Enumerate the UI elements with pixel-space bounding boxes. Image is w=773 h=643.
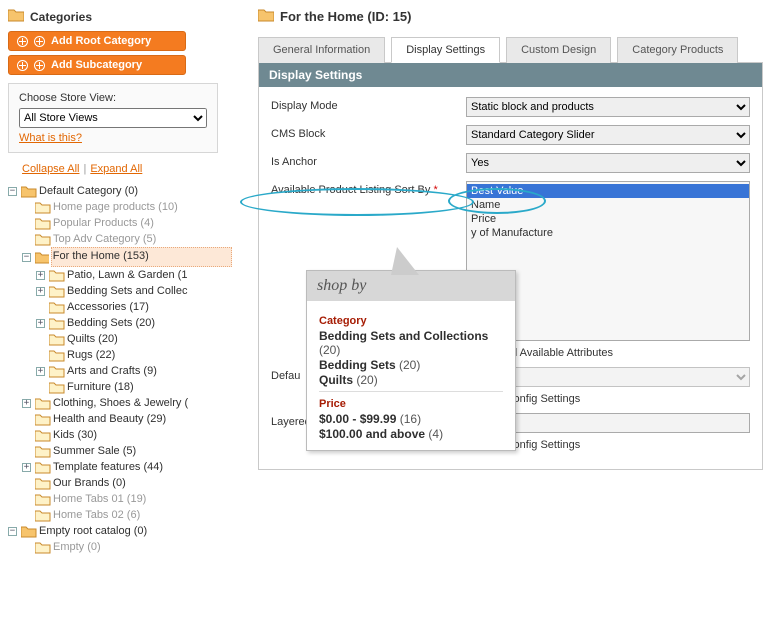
tree-node[interactable]: Home page products (10) [53,199,178,215]
tree-node[interactable]: Popular Products (4) [53,215,154,231]
tree-toggle[interactable]: − [22,253,31,262]
tree-toggle[interactable]: + [22,399,31,408]
store-view-box: Choose Store View: All Store Views What … [8,83,218,153]
popup-title: shop by [307,271,515,301]
add-subcategory-button[interactable]: Add Subcategory [8,55,186,75]
add-root-label: Add Root Category [51,35,151,47]
tree-toggle[interactable]: + [36,367,45,376]
tab-display-settings[interactable]: Display Settings [391,37,500,63]
tree-toggle[interactable]: + [22,463,31,472]
display-mode-label: Display Mode [271,97,466,112]
tree-toggle[interactable]: + [36,319,45,328]
tree-node[interactable]: Empty (0) [53,539,101,555]
page-header: For the Home (ID: 15) [258,8,763,25]
tree-node[interactable]: Empty root catalog (0) [39,523,147,539]
tree-node[interactable]: Kids (30) [53,427,97,443]
tree-node[interactable]: For the Home (153) [51,247,232,267]
tree-toggle[interactable]: + [36,271,45,280]
tree-node[interactable]: Furniture (18) [67,379,134,395]
popup-price-item[interactable]: $0.00 - $99.99 (16) [319,412,503,426]
tree-node[interactable]: Home Tabs 02 (6) [53,507,140,523]
sort-option[interactable]: y of Manufacture [467,226,749,240]
popup-category-item[interactable]: Bedding Sets and Collections (20) [319,329,503,357]
store-view-label: Choose Store View: [19,92,116,104]
categories-header: Categories [8,8,232,25]
sort-option[interactable]: Price [467,212,749,226]
tree-node[interactable]: Arts and Crafts (9) [67,363,157,379]
tree-node[interactable]: Health and Beauty (29) [53,411,166,427]
tree-node[interactable]: Quilts (20) [67,331,118,347]
folder-icon [8,8,24,25]
popup-price-item[interactable]: $100.00 and above (4) [319,427,503,441]
page-title: For the Home (ID: 15) [280,9,411,24]
tree-node[interactable]: Summer Sale (5) [53,443,136,459]
cms-block-select[interactable]: Standard Category Slider [466,125,750,145]
tab-general-information[interactable]: General Information [258,37,385,63]
tree-node[interactable]: Home Tabs 01 (19) [53,491,146,507]
tree-node[interactable]: Template features (44) [53,459,163,475]
popup-price-label: Price [319,398,503,410]
tree-node[interactable]: Clothing, Shoes & Jewelry ( [53,395,188,411]
tree-node[interactable]: Bedding Sets (20) [67,315,155,331]
sort-option[interactable]: Name [467,198,749,212]
tree-node[interactable]: Accessories (17) [67,299,149,315]
tree-toggle[interactable]: − [8,187,17,196]
popup-category-label: Category [319,315,503,327]
tree-node[interactable]: Bedding Sets and Collec [67,283,187,299]
tab-category-products[interactable]: Category Products [617,37,738,63]
tree-node[interactable]: Default Category (0) [39,183,138,199]
plus-icon [17,60,28,71]
popup-tail-icon [391,247,419,275]
plus-icon [34,60,45,71]
tree-toggle[interactable]: + [36,287,45,296]
add-root-category-button[interactable]: Add Root Category [8,31,186,51]
display-mode-select[interactable]: Static block and products [466,97,750,117]
is-anchor-label: Is Anchor [271,153,466,168]
tree-toggle[interactable]: − [8,527,17,536]
expand-all-link[interactable]: Expand All [90,163,142,175]
sort-by-label: Available Product Listing Sort By * [271,181,466,196]
panel-heading: Display Settings [259,63,762,87]
what-is-this-link[interactable]: What is this? [19,132,82,144]
add-sub-label: Add Subcategory [51,59,142,71]
store-view-select[interactable]: All Store Views [19,108,207,128]
shop-by-popup: shop by Category Bedding Sets and Collec… [306,270,516,451]
tab-custom-design[interactable]: Custom Design [506,37,611,63]
tree-controls: Collapse All|Expand All [22,163,232,175]
category-tree: − Default Category (0)Home page products … [8,183,232,555]
plus-icon [17,36,28,47]
tab-bar: General InformationDisplay SettingsCusto… [258,37,763,63]
cms-block-label: CMS Block [271,125,466,140]
is-anchor-select[interactable]: Yes [466,153,750,173]
tree-node[interactable]: Top Adv Category (5) [53,231,156,247]
popup-category-item[interactable]: Bedding Sets (20) [319,358,503,372]
folder-icon [258,8,274,25]
tree-node[interactable]: Rugs (22) [67,347,115,363]
plus-icon [34,36,45,47]
categories-title: Categories [30,10,92,24]
popup-category-item[interactable]: Quilts (20) [319,373,503,387]
tree-node[interactable]: Our Brands (0) [53,475,126,491]
sort-option[interactable]: Best Value [467,184,749,198]
collapse-all-link[interactable]: Collapse All [22,163,79,175]
tree-node[interactable]: Patio, Lawn & Garden (1 [67,267,187,283]
